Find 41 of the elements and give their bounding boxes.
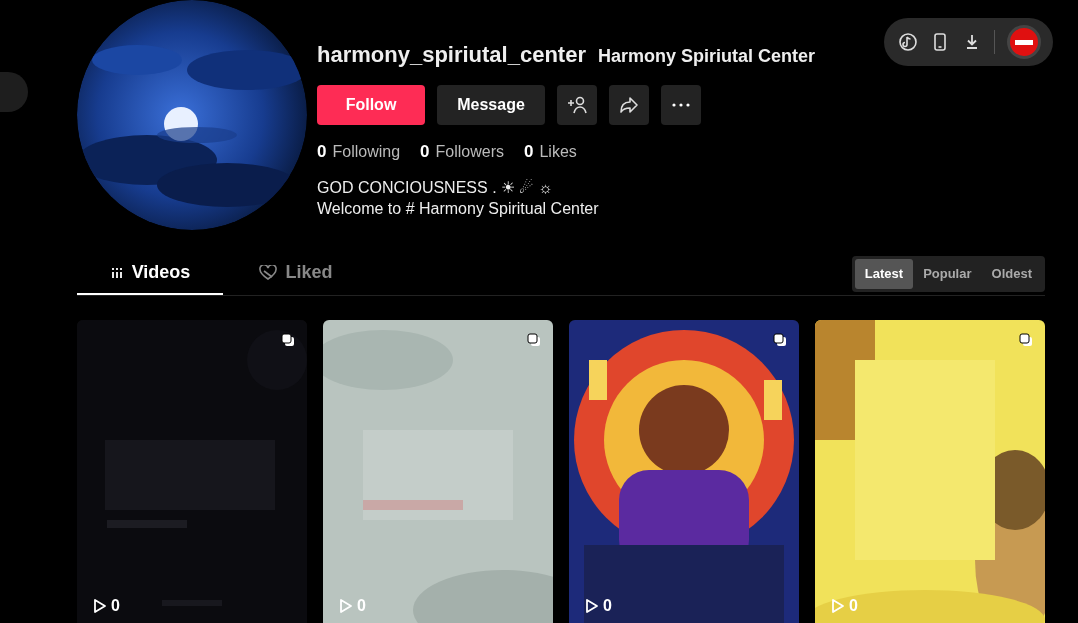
share-button[interactable] xyxy=(609,85,649,125)
sort-option[interactable]: Popular xyxy=(913,258,982,289)
display-name: Harmony Spiriutal Center xyxy=(598,45,816,68)
multiple-photos-icon xyxy=(773,333,787,347)
play-icon xyxy=(339,598,353,614)
stat-label[interactable]: Followers xyxy=(435,140,504,164)
heart-icon xyxy=(259,264,278,281)
multiple-photos-icon xyxy=(1019,333,1033,347)
stat-count: 0 xyxy=(317,141,327,163)
sort-option[interactable]: Oldest xyxy=(981,258,1042,289)
video-card[interactable]: 0 xyxy=(77,320,307,623)
multiple-photos-icon xyxy=(527,333,541,347)
play-icon xyxy=(93,598,107,614)
stat-count: 0 xyxy=(420,141,430,163)
view-count: 0 xyxy=(111,596,120,616)
profile-tab[interactable]: Liked xyxy=(223,252,369,295)
more-button[interactable] xyxy=(661,85,701,125)
more-icon xyxy=(672,103,690,107)
play-icon xyxy=(831,598,845,614)
multiple-photos-icon xyxy=(281,333,295,347)
sort-option[interactable]: Latest xyxy=(854,258,914,289)
share-arrow-icon xyxy=(618,94,640,116)
view-count: 0 xyxy=(603,596,612,616)
bio-line: GOD CONCIOUSNESS . ☀ ☄ ☼ xyxy=(317,177,553,198)
grid-icon xyxy=(109,265,124,280)
music-note-icon[interactable] xyxy=(898,32,918,52)
view-count: 0 xyxy=(357,596,366,616)
video-card[interactable]: 0 xyxy=(569,320,799,623)
play-icon xyxy=(585,598,599,614)
follow-button[interactable]: Follow xyxy=(317,85,425,125)
add-friend-button[interactable] xyxy=(557,85,597,125)
profile-tab[interactable]: Videos xyxy=(77,252,223,295)
add-person-icon xyxy=(566,94,588,116)
bio-line: Welcome to # Harmony Spiritual Center xyxy=(317,198,599,219)
view-count: 0 xyxy=(849,596,858,616)
stat-label[interactable]: Following xyxy=(332,140,401,164)
profile-avatar-button[interactable] xyxy=(1007,25,1041,59)
stat-count: 0 xyxy=(524,141,534,163)
stat-label[interactable]: Likes xyxy=(539,140,577,164)
message-button[interactable]: Message xyxy=(437,85,545,125)
username: harmony_spiriutal_center xyxy=(317,41,586,69)
